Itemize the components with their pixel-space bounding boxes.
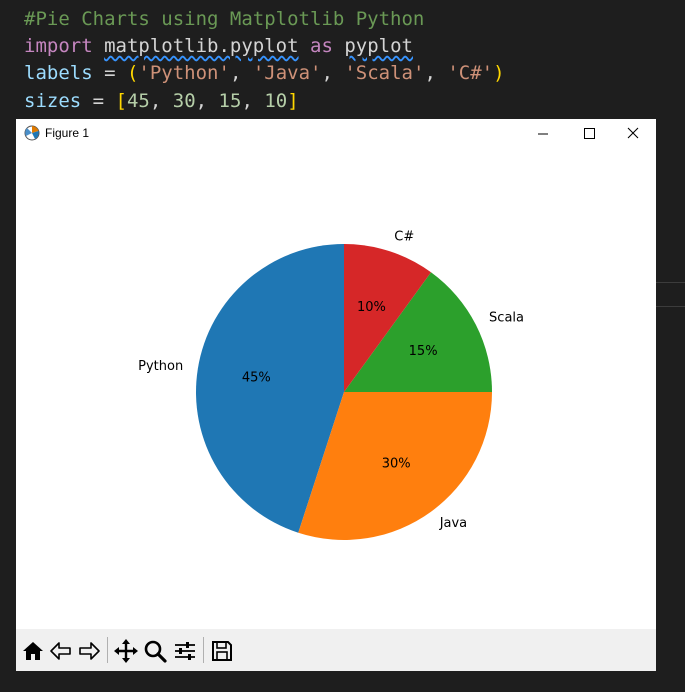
keyword-as: as — [310, 35, 333, 57]
assign-op: = — [81, 90, 116, 112]
minimize-icon — [538, 133, 548, 135]
code-import-line: import matplotlib.pyplot as pyplot — [24, 33, 413, 60]
navigation-toolbar — [16, 629, 656, 671]
open-bracket: [ — [115, 90, 127, 112]
save-icon — [212, 641, 232, 661]
maximize-icon — [584, 128, 595, 139]
figure-canvas[interactable]: Python 45% Java 30% Scala 15% C# 10% — [16, 149, 656, 629]
string-scala: 'Scala' — [344, 62, 425, 84]
toolbar-separator — [107, 637, 108, 663]
back-icon — [50, 642, 71, 660]
slice-percent-label: 15% — [409, 344, 438, 359]
slice-category-label: C# — [394, 230, 414, 245]
string-python: 'Python' — [138, 62, 230, 84]
back-button[interactable] — [48, 638, 74, 664]
var-labels: labels — [24, 62, 93, 84]
maximize-button[interactable] — [566, 119, 612, 149]
forward-button[interactable] — [76, 638, 102, 664]
slice-category-label: Java — [439, 516, 467, 531]
assign-op: = — [92, 62, 127, 84]
matplotlib-app-icon — [23, 124, 41, 142]
window-title: Figure 1 — [45, 126, 90, 140]
code-sizes-line: sizes = [45, 30, 15, 10] — [24, 88, 299, 115]
minimize-button[interactable] — [520, 119, 566, 149]
window-titlebar[interactable]: Figure 1 — [16, 119, 656, 149]
pan-button[interactable] — [113, 638, 139, 664]
module-name: matplotlib.pyplot — [104, 35, 299, 57]
open-paren: ( — [126, 62, 139, 84]
zoom-icon — [144, 640, 167, 663]
number-45: 45 — [126, 90, 150, 112]
comma: , — [424, 62, 448, 84]
string-csharp: 'C#' — [447, 62, 494, 84]
slice-percent-label: 45% — [242, 371, 271, 386]
keyword-import: import — [24, 35, 93, 57]
forward-icon — [79, 642, 100, 660]
slice-category-label: Scala — [489, 311, 524, 326]
save-button[interactable] — [209, 638, 235, 664]
home-icon — [23, 642, 43, 660]
code-comment-line: #Pie Charts using Matplotlib Python — [24, 8, 425, 30]
close-icon — [627, 127, 639, 139]
var-sizes: sizes — [24, 90, 82, 112]
code-labels-line: labels = ('Python', 'Java', 'Scala', 'C#… — [24, 60, 505, 87]
comma: , — [321, 62, 345, 84]
number-15: 15 — [218, 90, 242, 112]
pan-icon — [114, 639, 138, 663]
string-java: 'Java' — [252, 62, 322, 84]
panel-divider — [656, 306, 685, 307]
pie-slices — [195, 244, 492, 540]
slice-percent-label: 30% — [382, 456, 411, 471]
home-button[interactable] — [20, 638, 46, 664]
number-30: 30 — [172, 90, 196, 112]
pie-chart: Python 45% Java 30% Scala 15% C# 10% — [138, 230, 524, 540]
close-bracket: ] — [287, 90, 299, 112]
comma: , — [229, 62, 253, 84]
close-paren: ) — [493, 62, 505, 84]
close-button[interactable] — [610, 119, 656, 149]
figure-window[interactable]: Figure 1 Python 45% Java 30% Scala 15% C# 10% — [16, 119, 656, 671]
slice-percent-label: 10% — [357, 300, 386, 315]
panel-divider — [656, 282, 685, 283]
module-alias: pyplot — [344, 35, 413, 57]
comma: , — [195, 90, 219, 112]
comma: , — [241, 90, 265, 112]
comma: , — [149, 90, 173, 112]
toolbar-separator — [203, 637, 204, 663]
number-10: 10 — [264, 90, 288, 112]
slice-category-label: Python — [138, 359, 183, 374]
zoom-button[interactable] — [142, 638, 168, 664]
configure-subplots-icon — [175, 642, 195, 660]
configure-subplots-button[interactable] — [172, 638, 198, 664]
